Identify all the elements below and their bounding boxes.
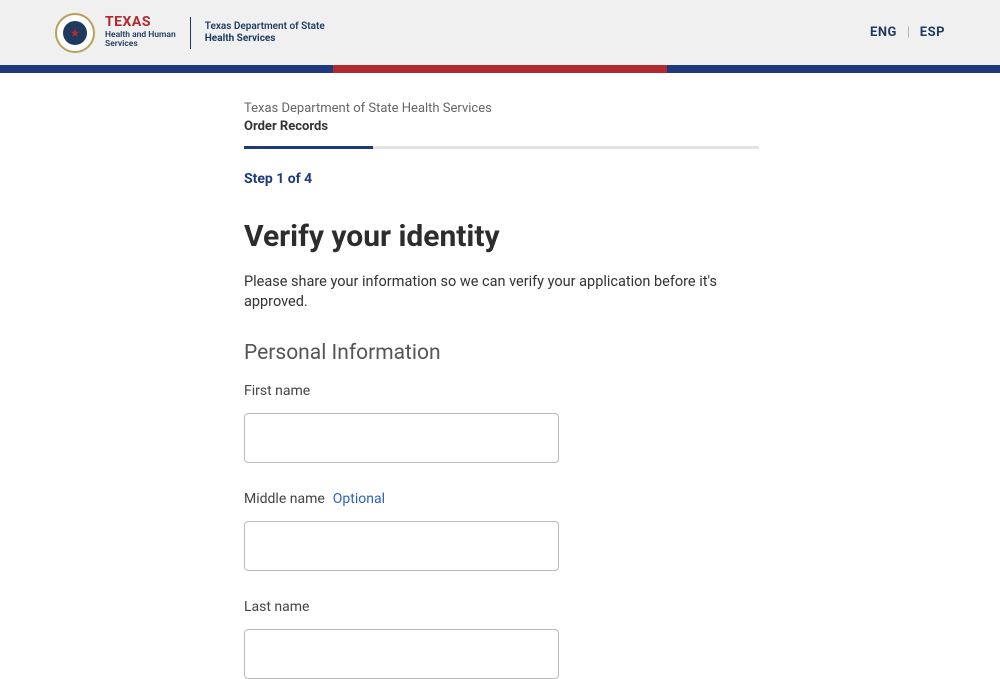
breadcrumb-department: Texas Department of State Health Service… [244, 101, 759, 116]
progress-bar [244, 146, 759, 149]
last-name-input[interactable] [244, 629, 559, 679]
middle-name-input[interactable] [244, 521, 559, 571]
breadcrumb-page: Order Records [244, 119, 759, 134]
lang-english-button[interactable]: ENG [870, 25, 897, 40]
last-name-field-group: Last name [244, 599, 759, 679]
page-description: Please share your information so we can … [244, 272, 759, 313]
first-name-input[interactable] [244, 413, 559, 463]
progress-step-inactive [373, 146, 759, 149]
language-toggle: ENG | ESP [870, 25, 945, 40]
logo-dshs-line1: Texas Department of State [205, 21, 325, 33]
optional-tag: Optional [333, 491, 385, 507]
step-label: Step 1 of 4 [244, 171, 759, 187]
main-content: Texas Department of State Health Service… [244, 73, 759, 679]
last-name-label: Last name [244, 599, 759, 615]
middle-name-field-group: Middle name Optional [244, 491, 759, 571]
lang-spanish-button[interactable]: ESP [920, 25, 945, 40]
lang-separator: | [907, 25, 910, 40]
logo-texas-text: TEXAS [105, 15, 176, 30]
section-title: Personal Information [244, 341, 759, 365]
page-title: Verify your identity [244, 219, 759, 254]
logo-hhs-line2: Services [105, 40, 176, 49]
header: ★ TEXAS Health and Human Services Texas … [0, 0, 1000, 65]
state-seal-icon: ★ [55, 13, 95, 53]
progress-step-active [244, 146, 373, 149]
logo-text-hhs: TEXAS Health and Human Services [105, 15, 176, 49]
logo-divider [190, 17, 191, 49]
first-name-label: First name [244, 383, 759, 399]
logo-text-dshs: Texas Department of State Health Service… [205, 21, 325, 45]
logo-section: ★ TEXAS Health and Human Services Texas … [55, 13, 325, 53]
decorative-stripe [0, 65, 1000, 73]
logo-dshs-line2: Health Services [205, 33, 325, 45]
middle-name-label: Middle name Optional [244, 491, 759, 507]
first-name-field-group: First name [244, 383, 759, 463]
